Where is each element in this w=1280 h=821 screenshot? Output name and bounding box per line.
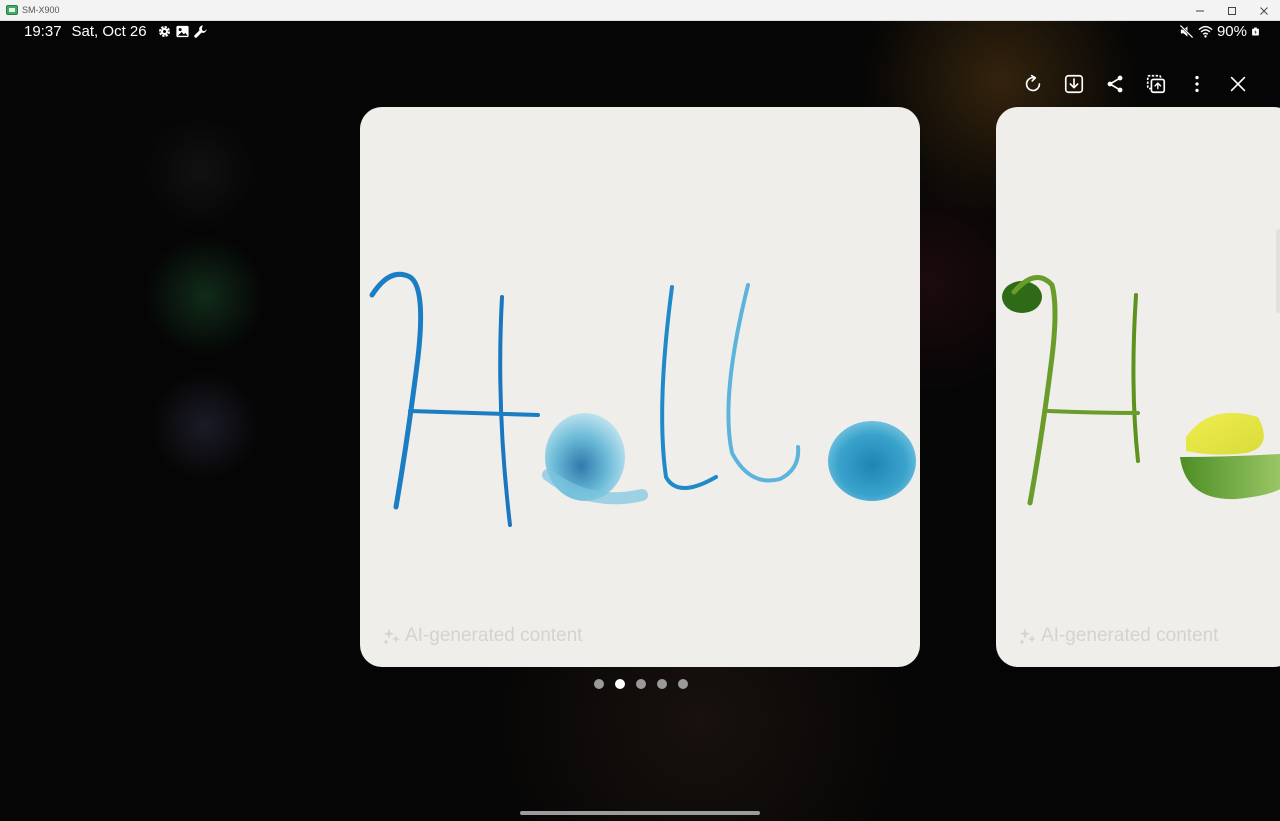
letter-o-blob [828,421,916,501]
viewer-toolbar [1012,71,1258,97]
status-right: 90% [1179,23,1260,40]
page-dot-4[interactable] [657,679,667,689]
copy-icon [1146,74,1165,94]
hello-artwork [369,271,916,527]
green-e-top [1186,412,1264,455]
ai-sparkle-icon [383,628,400,644]
download-icon [1064,74,1083,94]
rotate-button[interactable] [1012,71,1053,97]
letter-h-crossbar [408,409,540,417]
ai-generated-label: AI-generated content [382,625,582,647]
ai-sparkle-icon [1019,628,1036,644]
letter-h-stroke-1 [369,271,424,510]
status-date: Sat, Oct 26 [71,23,147,40]
letter-l-2 [726,283,801,483]
ai-generated-label-next: AI-generated content [1018,625,1218,647]
letter-h-stroke-2 [498,295,512,527]
minimize-icon [1196,10,1204,11]
window-close-icon [1260,6,1268,15]
wifi-icon [1198,25,1213,38]
page-dot-1[interactable] [594,679,604,689]
status-time: 19:37 [24,23,62,40]
battery-level: 90% [1216,23,1247,40]
page-indicator [594,679,688,689]
window-close-button[interactable] [1248,0,1280,21]
rotate-icon [1025,74,1040,92]
ai-label-text-next: AI-generated content [1041,625,1219,646]
window-title: SM-X900 [22,5,60,15]
close-icon [1230,76,1245,92]
save-button[interactable] [1053,71,1094,97]
page-dot-5[interactable] [678,679,688,689]
more-vertical-icon [1194,75,1199,93]
status-left-icons [157,24,208,39]
maximize-button[interactable] [1216,0,1248,21]
more-options-button[interactable] [1176,71,1217,97]
edge-panel-handle[interactable] [1276,229,1280,313]
gesture-nav-handle[interactable] [520,811,760,815]
gear-icon [158,25,170,38]
image-card-next[interactable]: AI-generated content [996,107,1280,667]
letter-l-1 [660,285,718,490]
status-bar: 19:37 Sat, Oct 26 90% [0,21,1280,45]
hello-artwork-green [1002,275,1280,506]
mute-icon [1179,24,1194,39]
green-h-crossbar [1046,409,1140,415]
share-icon [1107,75,1122,93]
copy-button[interactable] [1135,71,1176,97]
share-button[interactable] [1094,71,1135,97]
status-left: 19:37 Sat, Oct 26 [24,23,208,40]
page-dot-2[interactable] [615,679,625,689]
image-icon [176,25,189,38]
close-button[interactable] [1217,71,1258,97]
ai-label-text: AI-generated content [405,625,583,646]
image-card-main[interactable]: AI-generated content [360,107,920,667]
page-dot-3[interactable] [636,679,646,689]
window-controls [1184,0,1280,21]
device-screen: 19:37 Sat, Oct 26 90% AI-generated conte… [0,21,1280,821]
window-titlebar: SM-X900 [0,0,1280,21]
green-h-stroke-2 [1131,293,1140,463]
app-icon [6,5,18,15]
battery-icon [1252,27,1259,36]
green-e-bottom [1180,453,1280,500]
wrench-icon [193,25,207,38]
maximize-icon [1228,6,1236,15]
minimize-button[interactable] [1184,0,1216,21]
